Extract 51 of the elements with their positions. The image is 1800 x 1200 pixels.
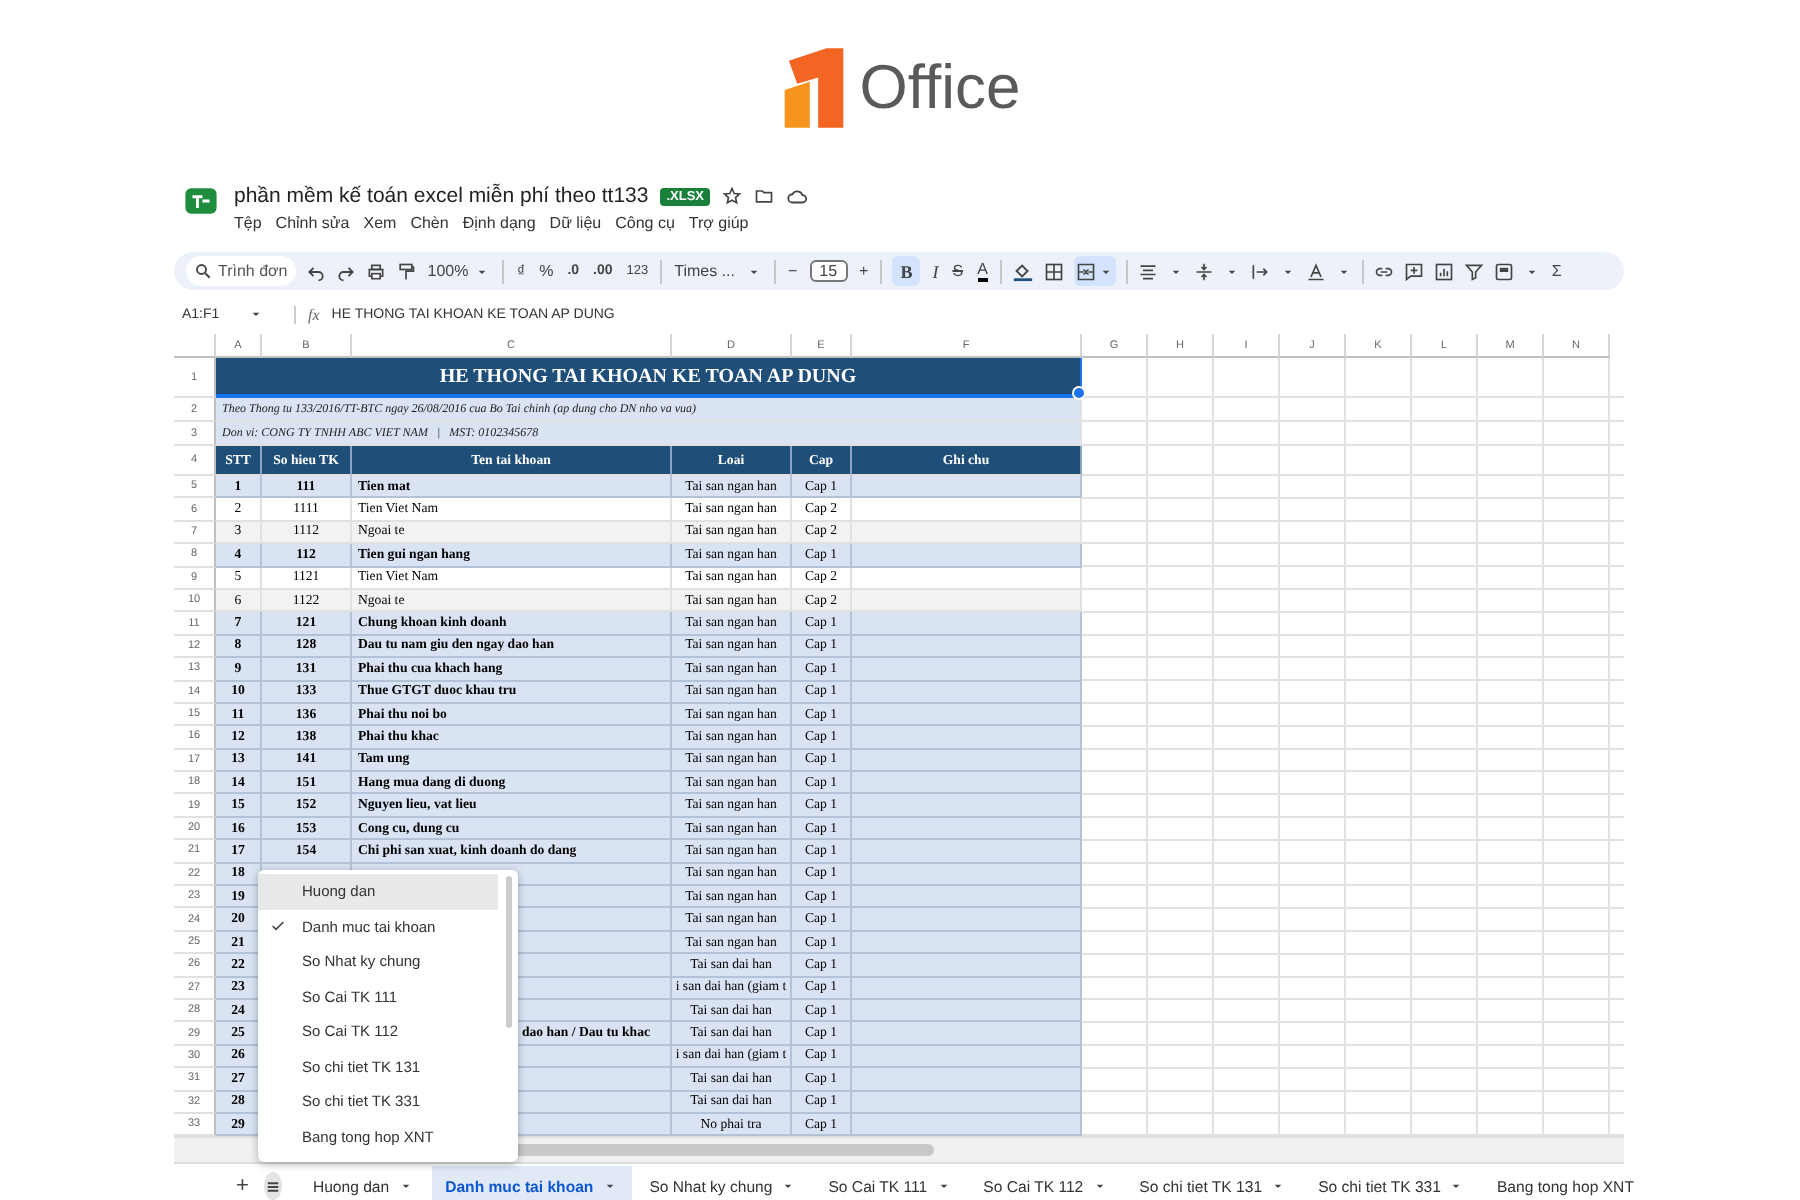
sum-button[interactable]: Σ xyxy=(1549,256,1564,286)
document-title[interactable]: phần mềm kế toán excel miễn phí theo tt133 xyxy=(234,184,649,208)
vertical-align-icon[interactable] xyxy=(1193,261,1214,281)
menu-item[interactable]: Định dạng xyxy=(462,214,536,232)
scrollbar[interactable] xyxy=(506,876,512,1028)
paint-format-icon[interactable] xyxy=(395,261,416,281)
decrease-size-button[interactable]: − xyxy=(785,256,800,286)
italic-button[interactable]: I xyxy=(930,256,941,286)
selection-handle[interactable] xyxy=(1072,386,1086,400)
print-icon[interactable] xyxy=(365,261,386,281)
merge-icon xyxy=(1075,261,1096,281)
spreadsheet-icon[interactable] xyxy=(184,184,218,218)
filter-icon[interactable] xyxy=(1463,261,1484,281)
font-dropdown[interactable]: Times ... xyxy=(672,256,764,286)
fill-color-icon[interactable] xyxy=(1011,260,1034,282)
borders-icon[interactable] xyxy=(1043,261,1064,281)
fx-label: fx xyxy=(294,305,320,323)
logo-text: Office xyxy=(859,52,1021,124)
strikethrough-button[interactable]: S xyxy=(950,256,966,286)
menu-item[interactable]: Công cụ xyxy=(615,214,675,232)
menu-icon xyxy=(264,1177,283,1196)
menu-item[interactable]: Chỉnh sửa xyxy=(275,214,350,232)
menu-item[interactable]: Xem xyxy=(363,214,397,232)
menu-item[interactable]: Dữ liệu xyxy=(549,214,602,232)
views-icon[interactable] xyxy=(1493,261,1514,281)
increase-size-button[interactable]: + xyxy=(857,256,871,286)
text-rotation-icon[interactable] xyxy=(1305,261,1326,281)
wrap-icon[interactable] xyxy=(1249,261,1270,281)
chart-icon[interactable] xyxy=(1433,261,1454,281)
text-color-button[interactable]: A xyxy=(975,256,990,286)
bold-button[interactable]: B xyxy=(892,256,921,286)
menu-item[interactable]: Tệp xyxy=(234,214,262,232)
logo-icon xyxy=(779,44,848,132)
merge-cells-button[interactable] xyxy=(1073,256,1116,286)
all-sheets-button[interactable] xyxy=(264,1172,283,1200)
add-sheet-button[interactable]: + xyxy=(224,1174,261,1199)
cloud-icon[interactable] xyxy=(786,185,809,207)
comment-icon[interactable] xyxy=(1403,261,1424,281)
check-icon xyxy=(270,917,286,933)
menu-item[interactable]: Trợ giúp xyxy=(688,214,749,232)
menu-item[interactable]: Chèn xyxy=(410,214,449,232)
star-icon[interactable] xyxy=(722,186,743,206)
font-size-field[interactable]: 15 xyxy=(809,260,848,282)
percent-button[interactable]: % xyxy=(537,256,556,286)
folder-icon[interactable] xyxy=(754,186,775,206)
align-icon[interactable] xyxy=(1137,261,1158,281)
currency-button[interactable]: ₫ xyxy=(514,256,528,286)
sheet-title: HE THONG TAI KHOAN KE TOAN AP DUNG xyxy=(439,365,857,387)
zoom-dropdown[interactable]: 100% xyxy=(425,256,493,286)
search-icon xyxy=(194,262,212,280)
search-menus-field[interactable]: Trình đơn xyxy=(186,256,296,286)
